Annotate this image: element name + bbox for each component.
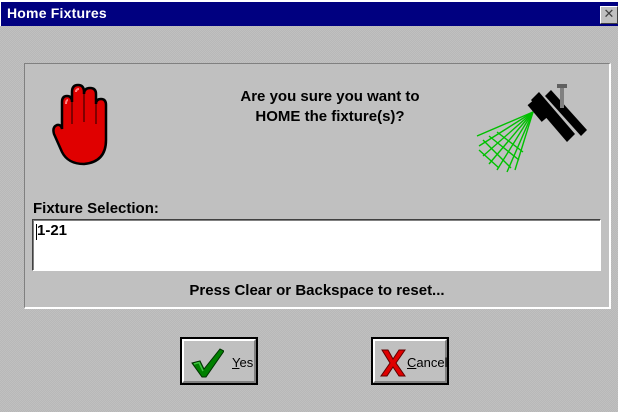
checkmark-icon bbox=[191, 348, 224, 378]
stop-hand-icon bbox=[52, 83, 108, 166]
yes-button[interactable]: Yes bbox=[180, 337, 258, 385]
confirmation-panel: Are you sure you want to HOME the fixtur… bbox=[24, 63, 611, 309]
close-button[interactable]: ✕ bbox=[600, 6, 618, 24]
close-icon: ✕ bbox=[603, 6, 615, 21]
question-line-1: Are you sure you want to bbox=[240, 88, 420, 105]
yes-label-rest: es bbox=[239, 355, 254, 370]
confirmation-question: Are you sure you want to HOME the fixtur… bbox=[180, 87, 480, 127]
cancel-button-label: Cancel bbox=[407, 355, 447, 370]
yes-button-face: Yes bbox=[182, 339, 256, 383]
cancel-button-face: Cancel bbox=[373, 339, 447, 383]
light-fixture-icon bbox=[476, 84, 587, 173]
cancel-label-rest: ancel bbox=[416, 355, 448, 370]
yes-button-label: Yes bbox=[232, 355, 253, 370]
question-line-2: HOME the fixture(s)? bbox=[255, 108, 405, 125]
cancel-button[interactable]: Cancel bbox=[371, 337, 449, 385]
window-title: Home Fixtures bbox=[7, 5, 107, 21]
fixture-selection-value: 1-21 bbox=[37, 222, 68, 239]
fixture-selection-input[interactable]: 1-21 bbox=[32, 219, 601, 271]
reset-hint: Press Clear or Backspace to reset... bbox=[189, 282, 445, 299]
home-fixtures-dialog: Home Fixtures ✕ Are you sure you want to… bbox=[0, 0, 618, 412]
red-x-icon bbox=[380, 349, 406, 377]
fixture-selection-label: Fixture Selection: bbox=[33, 200, 159, 217]
title-bar[interactable]: Home Fixtures ✕ bbox=[0, 0, 618, 26]
cancel-mnemonic: C bbox=[407, 355, 417, 370]
